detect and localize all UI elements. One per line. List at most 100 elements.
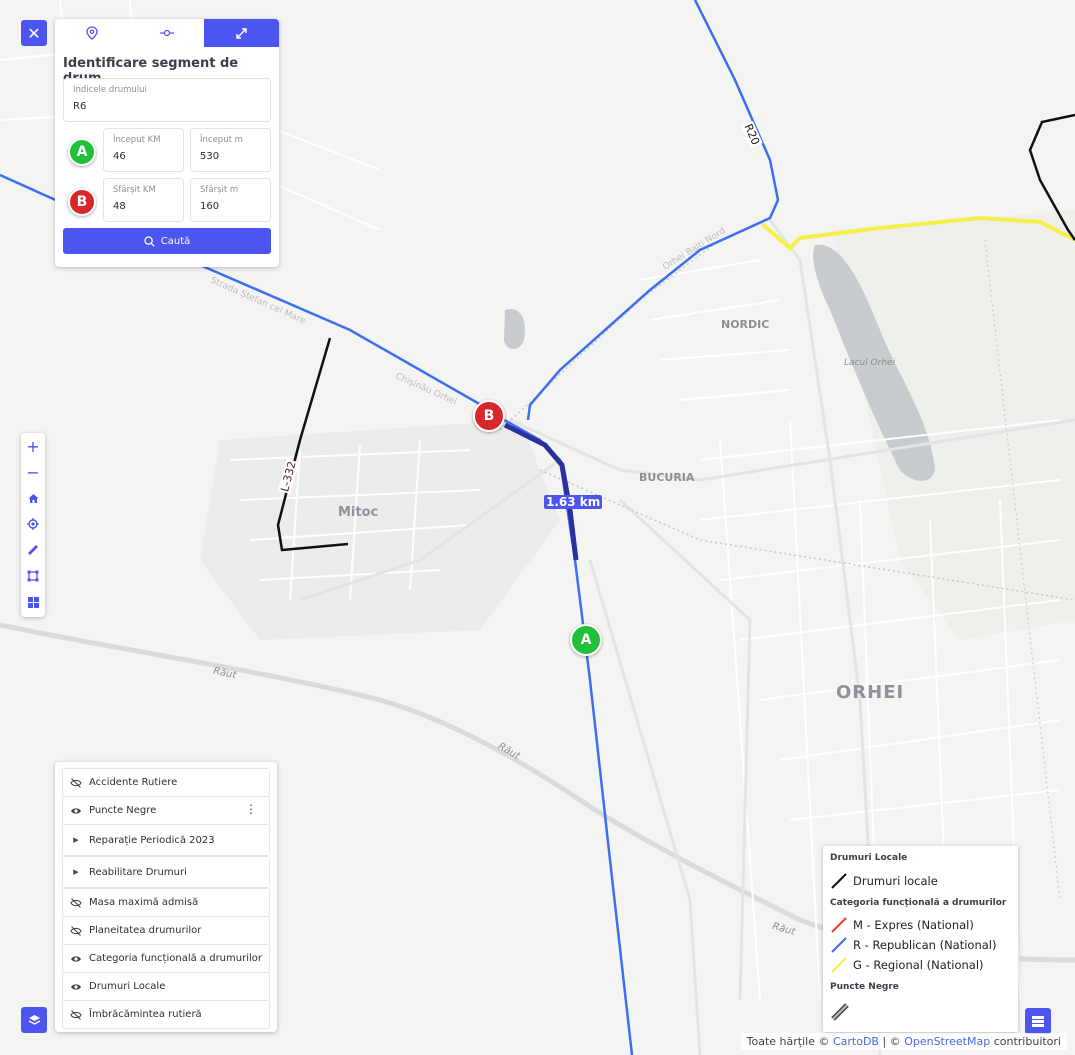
layer-row[interactable]: Masa maximă admisă: [62, 888, 270, 917]
legend-item-r: R - Republican (National): [831, 937, 997, 953]
eye-icon[interactable]: [70, 806, 82, 816]
layer-label: Planeitatea drumurilor: [89, 925, 202, 936]
line-swatch-icon: [831, 957, 847, 973]
road-index-value: R6: [73, 101, 87, 112]
end-km-label: Sfârșit KM: [113, 185, 156, 195]
measure-button[interactable]: [21, 537, 45, 563]
start-km-value: 46: [113, 151, 126, 162]
tab-location[interactable]: [55, 19, 130, 47]
legend-label: M - Expres (National): [853, 918, 974, 932]
more-vertical-icon[interactable]: ⋮: [245, 802, 257, 816]
layer-label: Reabilitare Drumuri: [89, 866, 187, 878]
layers-icon: [28, 1014, 40, 1025]
start-m-value: 530: [200, 151, 220, 162]
legend-group-category: Categoria funcțională a drumurilor: [830, 898, 1007, 908]
basemap-button[interactable]: [21, 589, 45, 615]
eye-off-icon[interactable]: [70, 777, 82, 788]
layer-row[interactable]: Categoria funcțională a drumurilor: [62, 944, 270, 973]
distance-label: 1.63 km: [544, 495, 603, 509]
end-m-value: 160: [200, 201, 220, 212]
eye-icon[interactable]: [70, 982, 82, 992]
map-attribution: Toate hărțile © CartoDB | © OpenStreetMa…: [740, 1033, 1067, 1050]
eye-off-icon[interactable]: [70, 1009, 82, 1020]
home-button[interactable]: [21, 485, 45, 511]
cartodb-link[interactable]: CartoDB: [833, 1035, 879, 1048]
end-m-field[interactable]: Sfârșit m 160: [190, 178, 271, 222]
search-button-label: Caută: [160, 235, 191, 247]
legend-toggle-button[interactable]: [1025, 1008, 1051, 1034]
eye-icon[interactable]: [70, 954, 82, 964]
end-km-value: 48: [113, 201, 126, 212]
draw-polygon-icon: [27, 570, 39, 582]
locate-button[interactable]: [21, 511, 45, 537]
legend-item-m: M - Expres (National): [831, 917, 974, 933]
zoom-in-button[interactable]: +: [21, 433, 45, 459]
legend-group-local: Drumuri Locale: [830, 853, 908, 863]
zoom-out-button[interactable]: −: [21, 459, 45, 485]
eye-off-icon[interactable]: [70, 897, 82, 908]
layer-label: Drumuri Locale: [89, 981, 166, 992]
locate-icon: [27, 518, 39, 530]
eye-off-icon[interactable]: [70, 925, 82, 936]
map-tools: + −: [21, 433, 45, 617]
map-label-orhei: ORHEI: [836, 682, 905, 703]
list-icon: [1032, 1015, 1044, 1027]
line-swatch-icon: [831, 917, 847, 933]
caret-right-icon[interactable]: ▶: [63, 836, 89, 844]
minus-icon: −: [26, 462, 40, 482]
close-button[interactable]: ✕: [21, 20, 47, 46]
segment-search-panel: Identificare segment de drum Indicele dr…: [55, 19, 280, 267]
map-legend: Drumuri Locale Drumuri locale Categoria …: [823, 846, 1018, 1032]
start-km-field[interactable]: Început KM 46: [103, 128, 184, 172]
legend-label: G - Regional (National): [853, 958, 984, 972]
line-swatch-icon: [831, 937, 847, 953]
layer-label: Îmbrăcămintea rutieră: [89, 1009, 202, 1020]
mode-tabs: [55, 19, 280, 47]
grid-icon: [27, 596, 39, 608]
home-icon: [28, 493, 38, 503]
layer-row[interactable]: Îmbrăcămintea rutieră: [62, 1000, 270, 1029]
search-icon: [144, 235, 155, 247]
location-pin-icon: [86, 26, 98, 40]
attribution-suffix: contribuitori: [993, 1035, 1061, 1048]
legend-item-g: G - Regional (National): [831, 957, 984, 973]
end-m-label: Sfârșit m: [200, 185, 239, 195]
start-m-label: Început m: [200, 135, 243, 145]
start-badge: A: [68, 138, 96, 166]
road-index-label: Indicele drumului: [73, 85, 147, 95]
attribution-sep: | ©: [882, 1035, 901, 1048]
tab-point[interactable]: [130, 19, 205, 47]
road-index-field[interactable]: Indicele drumului R6: [63, 78, 271, 122]
layer-row[interactable]: ▶ Reparație Periodică 2023: [62, 824, 270, 856]
search-button[interactable]: Caută: [63, 228, 271, 254]
end-badge: B: [68, 188, 96, 216]
legend-label: R - Republican (National): [853, 938, 997, 952]
legend-item-local: Drumuri locale: [831, 873, 938, 889]
ruler-icon: [28, 545, 38, 555]
layers-toggle-button[interactable]: [21, 1007, 47, 1033]
legend-item-black-spots: [831, 1003, 849, 1021]
segment-point-icon: [160, 29, 174, 37]
map-label-bucuria: BUCURIA: [639, 471, 695, 484]
layer-label: Puncte Negre: [89, 805, 157, 816]
map-label-mitoc: Mitoc: [338, 505, 379, 520]
tab-segment[interactable]: [204, 19, 280, 47]
layer-label: Accidente Rutiere: [89, 777, 178, 788]
map-label-lake: Lacul Orhei: [844, 358, 896, 368]
layer-row[interactable]: Planeitatea drumurilor: [62, 916, 270, 945]
caret-right-icon[interactable]: ▶: [63, 868, 89, 876]
layer-row[interactable]: Puncte Negre ⋮: [62, 796, 270, 825]
end-km-field[interactable]: Sfârșit KM 48: [103, 178, 184, 222]
map-marker-a[interactable]: A: [570, 624, 602, 656]
start-m-field[interactable]: Început m 530: [190, 128, 271, 172]
layer-row[interactable]: Drumuri Locale: [62, 972, 270, 1001]
draw-area-button[interactable]: [21, 563, 45, 589]
plus-icon: +: [26, 436, 40, 456]
layer-row[interactable]: ▶ Reabilitare Drumuri: [62, 856, 270, 888]
layer-label: Masa maximă admisă: [89, 897, 199, 908]
layer-label: Categoria funcțională a drumurilor: [89, 953, 262, 964]
map-marker-b[interactable]: B: [473, 400, 505, 432]
layer-row[interactable]: Accidente Rutiere: [62, 768, 270, 797]
osm-link[interactable]: OpenStreetMap: [904, 1035, 990, 1048]
attribution-prefix: Toate hărțile ©: [746, 1035, 830, 1048]
